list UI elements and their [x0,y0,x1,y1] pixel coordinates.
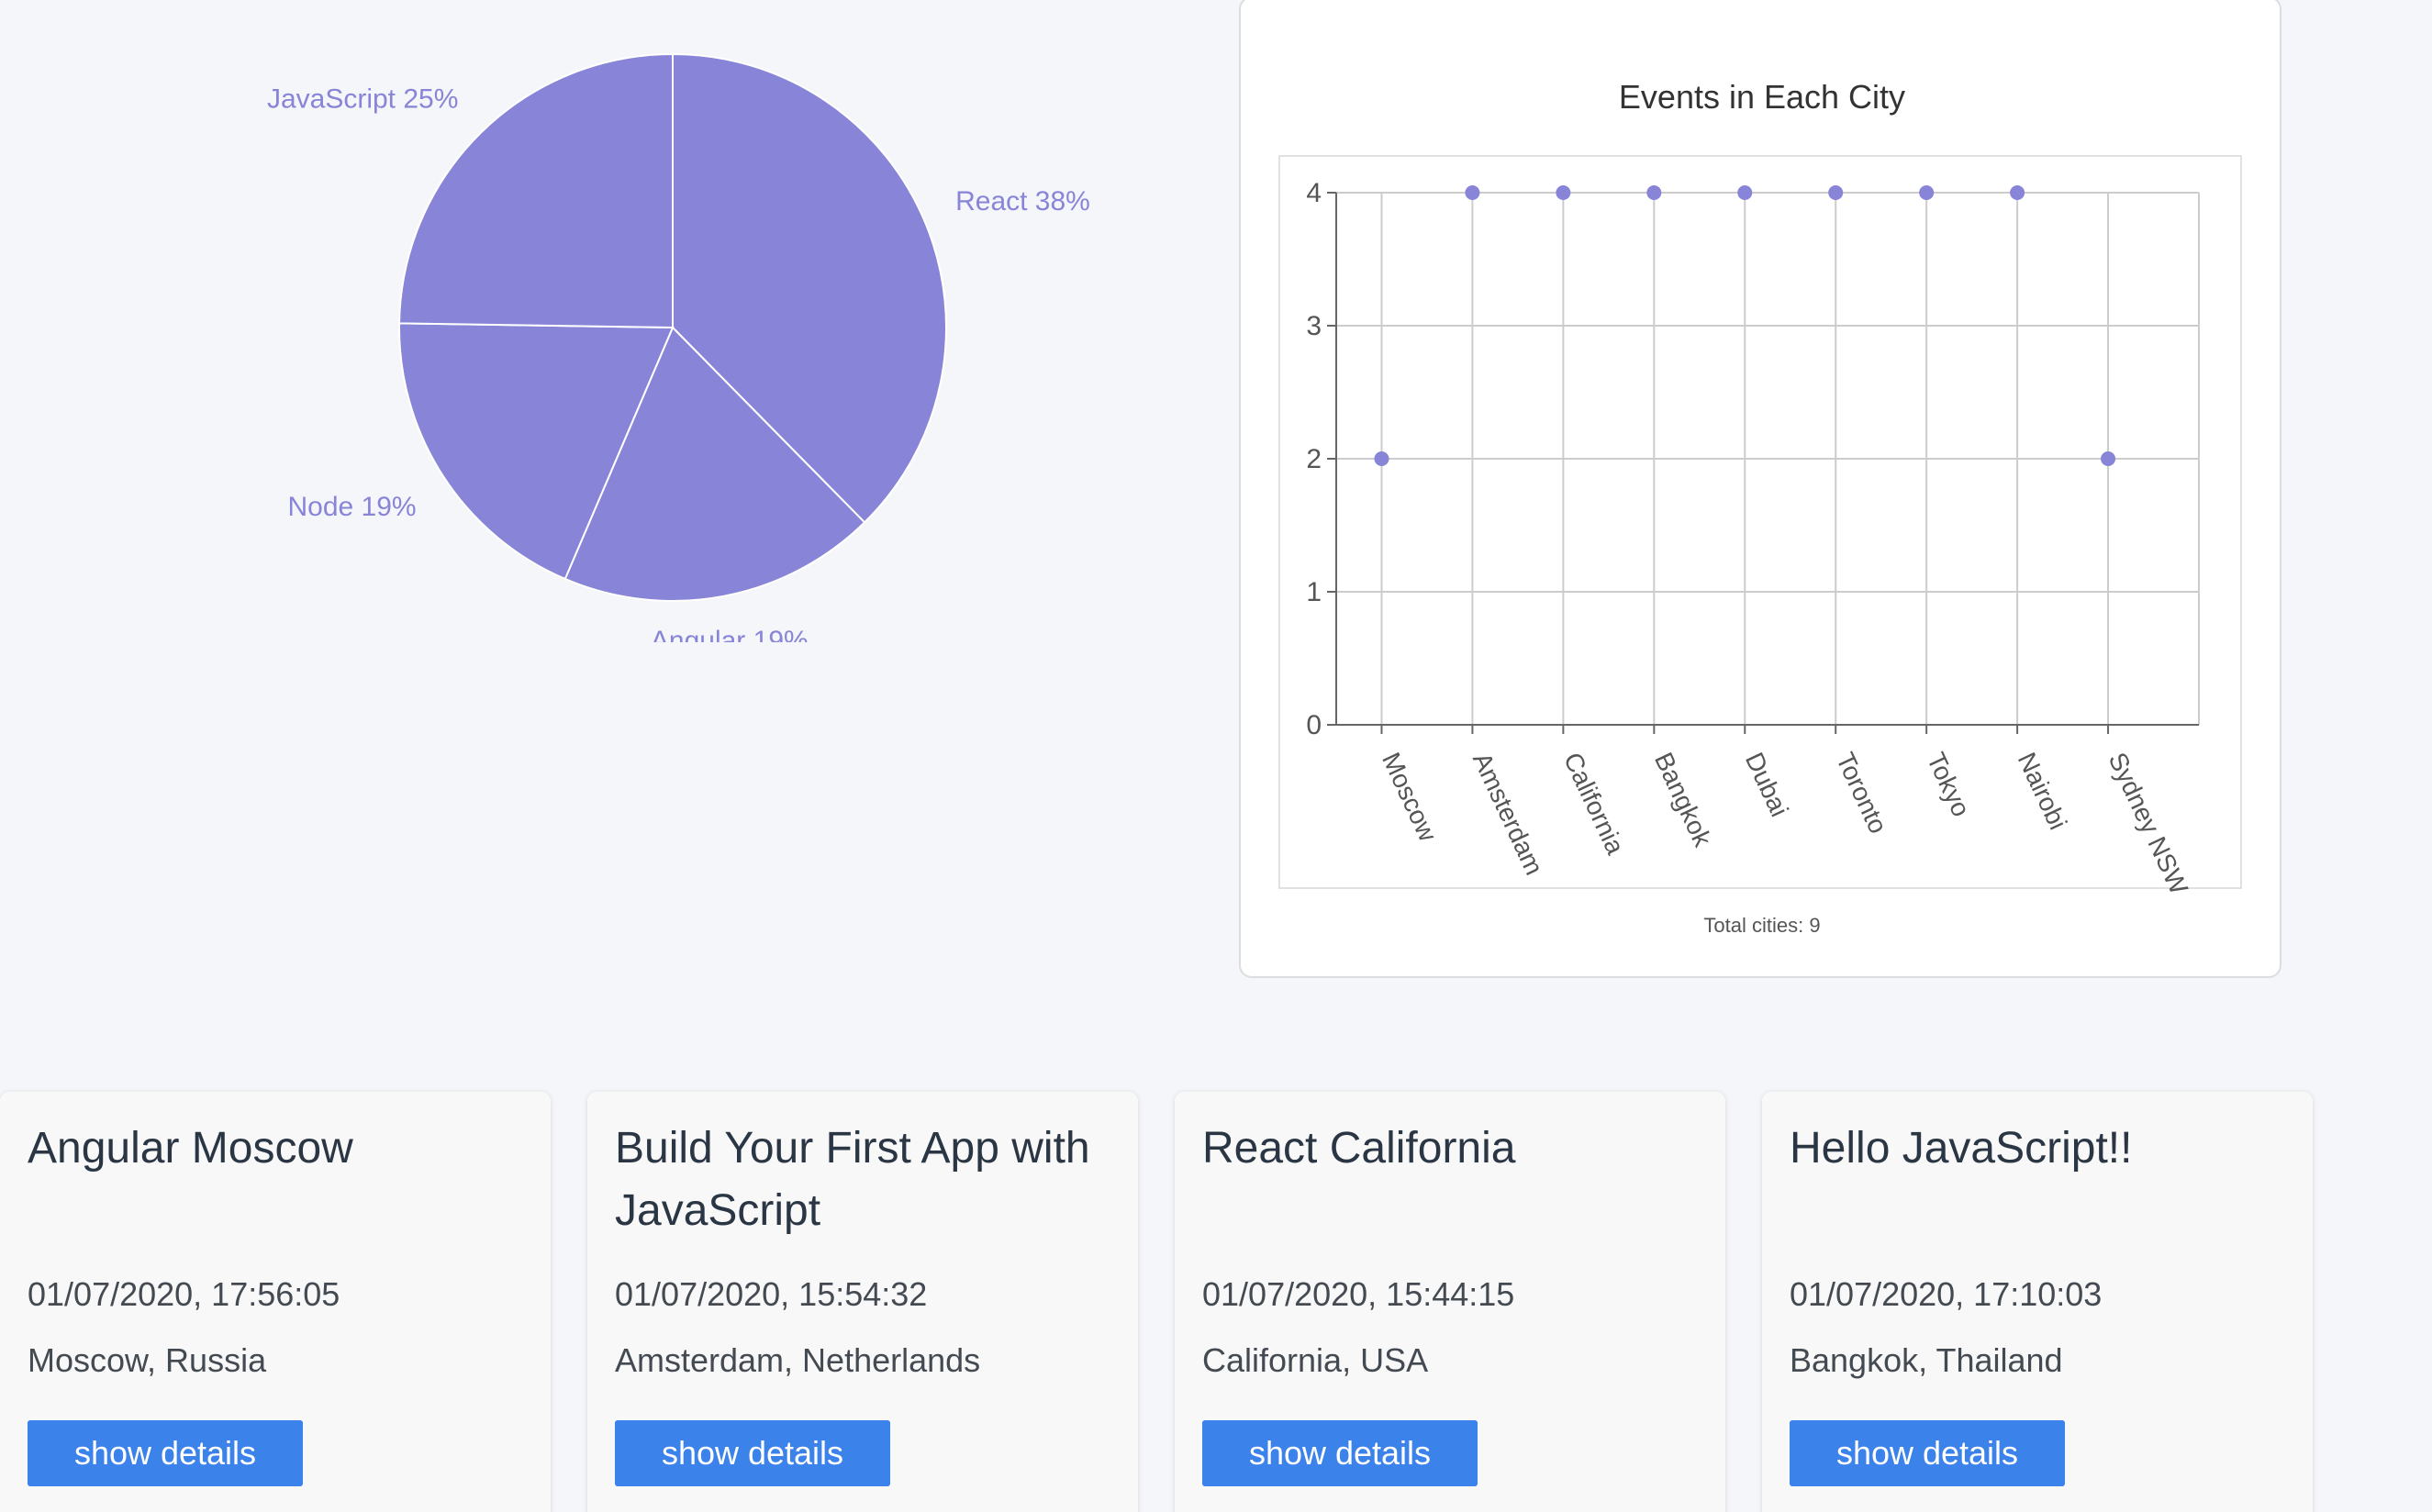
pie-label-angular: Angular 19% [651,626,809,642]
scatter-point [1737,185,1753,200]
y-tick-label: 1 [1306,577,1322,607]
event-datetime: 01/07/2020, 17:10:03 [1790,1275,2103,1313]
city-chart-card: Events in Each City 0 1 2 3 4 Moscow Amsterdam… [1239,0,2281,978]
y-tick-label: 0 [1306,710,1322,740]
y-tick-label: 2 [1306,444,1322,474]
pie-label-react: React 38% [955,186,1090,217]
event-location: Bangkok, Thailand [1790,1341,2063,1379]
scatter-point [1374,451,1389,466]
scatter-point [1919,185,1935,200]
event-datetime: 01/07/2020, 17:56:05 [28,1275,340,1313]
event-card: Angular Moscow 01/07/2020, 17:56:05 Mosc… [0,1092,551,1512]
show-details-button[interactable]: show details [1790,1420,2065,1486]
scatter-point [1828,185,1844,200]
events-per-city-scatter-chart: Events in Each City 01234Moscow Amsterdam… [1278,78,2242,937]
show-details-button[interactable]: show details [615,1420,890,1486]
scatter-point [2010,185,2025,200]
scatter-point [1465,185,1480,200]
event-location: Moscow, Russia [28,1341,267,1379]
event-title: Angular Moscow [28,1124,353,1173]
event-datetime: 01/07/2020, 15:54:32 [615,1275,928,1313]
chart-title: Events in Each City [1619,78,1905,116]
scatter-point [2101,451,2116,466]
chart-footer-total: Total cities: 9 [1703,914,1820,937]
pie-label-javascript: JavaScript 25% [267,84,458,115]
scatter-point [1646,185,1662,200]
event-location: Amsterdam, Netherlands [615,1341,981,1379]
pie-label-node: Node 19% [287,492,416,522]
event-location: California, USA [1202,1341,1429,1379]
event-title: React California [1202,1124,1516,1173]
scatter-point [1556,185,1571,200]
event-datetime: 01/07/2020, 15:44:15 [1202,1275,1515,1313]
events-dashboard: React 38% Angular 19% Node 19% JavaScript 2… [0,0,2432,1512]
event-title: Build Your First App with JavaScript [615,1124,1090,1235]
event-card: Build Your First App with JavaScript 01/… [587,1092,1138,1512]
y-tick-label: 4 [1306,178,1322,208]
event-card: Hello JavaScript!! 01/07/2020, 17:10:03 … [1762,1092,2313,1512]
y-tick-label: 3 [1306,311,1322,341]
genre-pie-chart: React 38% Angular 19% Node 19% JavaScript 2… [267,52,1090,642]
event-title: Hello JavaScript!! [1790,1124,2133,1173]
show-details-button[interactable]: show details [28,1420,303,1486]
event-card: React California 01/07/2020, 15:44:15 Ca… [1175,1092,1725,1512]
show-details-button[interactable]: show details [1202,1420,1478,1486]
